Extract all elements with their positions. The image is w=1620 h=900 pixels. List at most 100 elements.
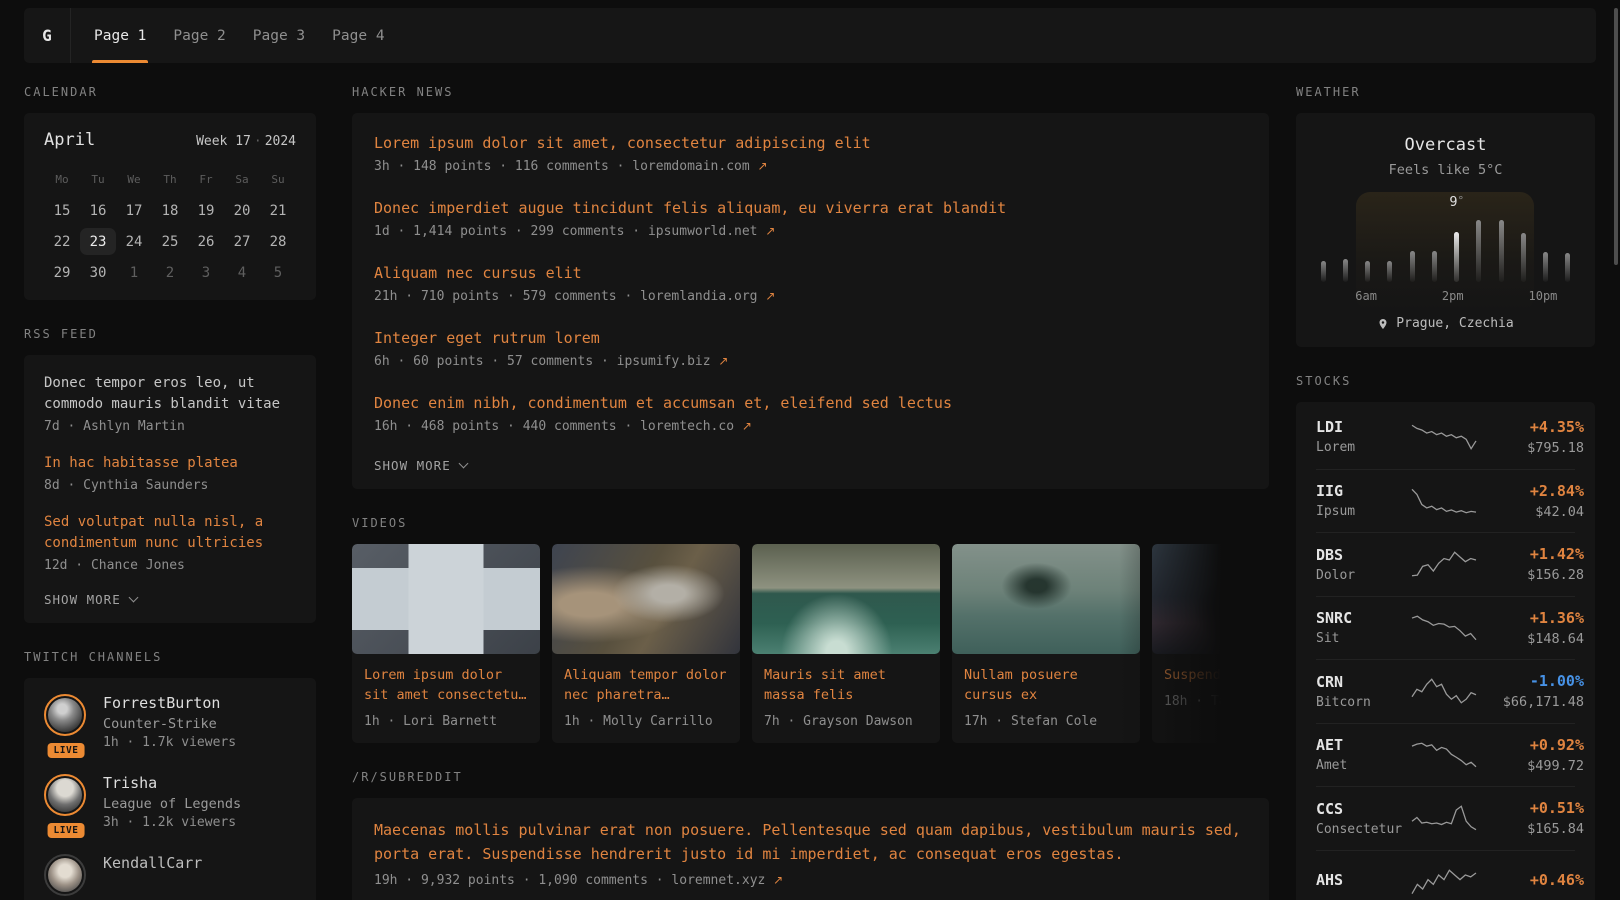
stock-ticker-link[interactable]: AET [1316,736,1412,754]
stock-sparkline [1412,423,1476,451]
twitch-channel-row: KendallCarr [44,854,296,896]
reddit-domain-link[interactable]: loremnet.xyz [671,873,765,888]
twitch-channel-link[interactable]: ForrestBurton [103,694,236,712]
scrollbar-thumb[interactable] [1614,8,1618,265]
video-meta: 1h · Molly Carrillo [564,714,728,729]
external-link-icon: ↗ [742,419,752,433]
video-thumbnail[interactable] [352,544,540,654]
avatar[interactable] [44,694,86,736]
twitch-channel-link[interactable]: KendallCarr [103,854,202,872]
hn-story-meta: 16h · 468 points · 440 comments · loremt… [374,419,1247,434]
hn-story-link[interactable]: Donec imperdiet augue tincidunt felis al… [374,198,1247,218]
weather-section-label: WEATHER [1296,85,1595,99]
rss-show-more-button[interactable]: SHOW MORE [44,592,296,607]
video-meta: 17h · Stefan Cole [964,714,1128,729]
hn-domain-link[interactable]: loremtech.co [640,419,734,434]
stock-ticker-link[interactable]: SNRC [1316,609,1412,627]
stock-price: $42.04 [1476,504,1584,520]
stock-ticker-link[interactable]: LDI [1316,418,1412,436]
hn-domain-link[interactable]: ipsumworld.net [648,224,758,239]
calendar-day: 29 [44,259,80,286]
avatar[interactable] [44,774,86,816]
stock-change: +4.35% [1476,418,1584,436]
twitch-channel-row: LIVE ForrestBurton Counter-Strike 1h · 1… [44,694,296,750]
stock-ticker-link[interactable]: CRN [1316,673,1412,691]
calendar-grid: Mo Tu We Th Fr Sa Su 15 16 17 18 19 20 2… [44,166,296,286]
calendar-day-next-month: 3 [188,259,224,286]
page-scrollbar [1614,0,1619,900]
calendar-day-next-month: 1 [116,259,152,286]
calendar-day: 18 [152,197,188,224]
video-title-link[interactable]: Suspendisse diam [1164,665,1269,685]
chevron-down-icon [458,459,468,469]
stock-sparkline [1412,677,1476,705]
stock-ticker-link[interactable]: DBS [1316,546,1412,564]
weather-bar [1321,261,1326,282]
weather-chart: 9° 6am [1312,192,1579,303]
calendar-day: 30 [80,259,116,286]
rss-item: Sed volutpat nulla nisl, a condimentum n… [44,512,296,573]
twitch-widget: TWITCH CHANNELS LIVE ForrestBurton Count… [24,650,316,900]
video-thumbnail[interactable] [952,544,1140,654]
hn-item: Lorem ipsum dolor sit amet, consectetur … [374,133,1247,174]
rss-item-link[interactable]: In hac habitasse platea [44,453,296,474]
external-link-icon: ↗ [773,873,783,887]
videos-row: Lorem ipsum dolor sit amet consectetu… 1… [352,544,1269,743]
stock-change: +1.42% [1476,545,1584,563]
hn-story-meta: 1d · 1,414 points · 299 comments · ipsum… [374,224,1247,239]
tab-page-4[interactable]: Page 4 [330,8,386,63]
hn-domain-link[interactable]: ipsumify.biz [617,354,711,369]
tab-page-1[interactable]: Page 1 [92,8,148,63]
video-meta: 1h · Lori Barnett [364,714,528,729]
right-column: WEATHER Overcast Feels like 5°C 9° [1296,85,1595,900]
stock-row: AET Amet +0.92% $499.72 [1316,723,1575,787]
center-column: HACKER NEWS Lorem ipsum dolor sit amet, … [352,85,1269,900]
video-title-link[interactable]: Lorem ipsum dolor sit amet consectetu… [364,665,528,705]
stock-row: LDI Lorem +4.35% $795.18 [1316,405,1575,469]
calendar-day: 19 [188,197,224,224]
hn-story-link[interactable]: Integer eget rutrum lorem [374,328,1247,348]
video-title-link[interactable]: Nullam posuere cursus ex [964,665,1128,705]
weather-widget: WEATHER Overcast Feels like 5°C 9° [1296,85,1595,347]
chevron-down-icon [128,593,138,603]
twitch-channel-row: LIVE Trisha League of Legends 3h · 1.2k … [44,774,296,830]
stock-change: +0.92% [1476,736,1584,754]
video-title-link[interactable]: Aliquam tempor dolor nec pharetra… [564,665,728,705]
tab-page-2[interactable]: Page 2 [171,8,227,63]
hn-show-more-button[interactable]: SHOW MORE [374,458,1247,473]
stock-sparkline [1412,550,1476,578]
video-title-link[interactable]: Mauris sit amet massa felis [764,665,928,705]
reddit-post-link[interactable]: Maecenas mollis pulvinar erat non posuer… [374,818,1247,866]
hn-domain-link[interactable]: loremdomain.com [632,159,749,174]
stock-price: $165.84 [1476,821,1584,837]
hn-story-link[interactable]: Donec enim nibh, condimentum et accumsan… [374,393,1247,413]
twitch-viewers: 1h · 1.7k viewers [103,735,236,750]
calendar-day: 26 [188,228,224,255]
hn-domain-link[interactable]: loremlandia.org [640,289,757,304]
rss-item-meta: 12d · Chance Jones [44,558,296,573]
rss-item-link[interactable]: Donec tempor eros leo, ut commodo mauris… [44,373,296,415]
hn-story-link[interactable]: Lorem ipsum dolor sit amet, consectetur … [374,133,1247,153]
stock-ticker-link[interactable]: CCS [1316,800,1412,818]
hn-story-link[interactable]: Aliquam nec cursus elit [374,263,1247,283]
avatar[interactable] [44,854,86,896]
page-tabs: Page 1 Page 2 Page 3 Page 4 [71,8,410,63]
rss-item-meta: 7d · Ashlyn Martin [44,419,296,434]
stock-sparkline [1412,804,1476,832]
twitch-channel-link[interactable]: Trisha [103,774,241,792]
video-thumbnail[interactable] [1152,544,1269,654]
weather-bar [1432,251,1437,282]
external-link-icon: ↗ [765,224,775,238]
videos-widget: VIDEOS Lorem ipsum dolor sit amet consec… [352,516,1269,743]
stock-name: Sit [1316,631,1412,646]
tab-page-3[interactable]: Page 3 [251,8,307,63]
stock-ticker-link[interactable]: IIG [1316,482,1412,500]
video-thumbnail[interactable] [552,544,740,654]
calendar-day-next-month: 5 [260,259,296,286]
video-thumbnail[interactable] [752,544,940,654]
weather-bar [1410,251,1415,282]
stock-ticker-link[interactable]: AHS [1316,871,1412,889]
app-logo[interactable]: G [24,8,71,63]
stock-row: SNRC Sit +1.36% $148.64 [1316,596,1575,660]
rss-item-link[interactable]: Sed volutpat nulla nisl, a condimentum n… [44,512,296,554]
